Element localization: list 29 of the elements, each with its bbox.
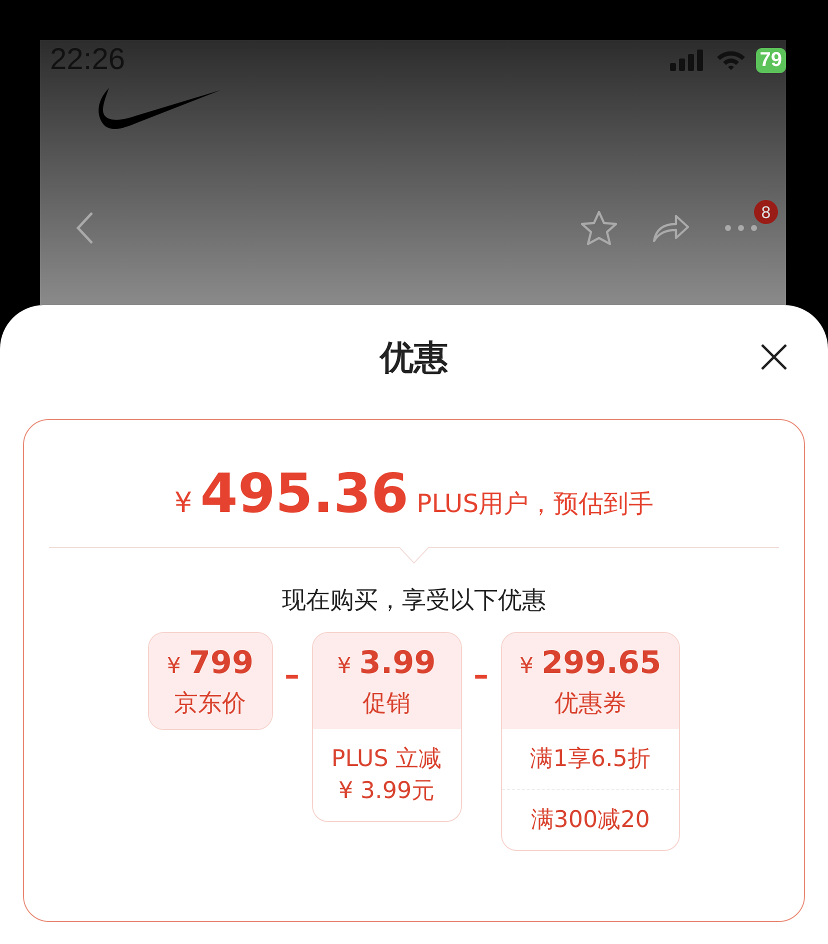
- discount-label: 京东价: [174, 688, 246, 719]
- battery-level: 79: [756, 48, 786, 72]
- detail-line: 满300减20: [530, 806, 650, 835]
- currency-symbol: ¥: [520, 654, 534, 679]
- discount-label: 优惠券: [554, 688, 626, 719]
- star-icon[interactable]: [580, 210, 618, 246]
- share-icon[interactable]: [652, 213, 690, 243]
- discount-amount: 299.65: [542, 645, 662, 681]
- close-button[interactable]: [760, 343, 788, 371]
- detail-line: PLUS 立减: [331, 745, 442, 774]
- wifi-icon: [716, 49, 746, 71]
- discount-label: 促销: [362, 688, 411, 719]
- currency-symbol: ¥: [166, 654, 181, 679]
- minus-sign: –: [474, 658, 489, 693]
- signal-icon: [670, 49, 706, 71]
- notification-badge: 8: [754, 200, 778, 224]
- discount-amount: 799: [188, 645, 254, 681]
- minus-sign: –: [284, 658, 300, 693]
- detail-line: 满1享6.5折: [530, 745, 650, 774]
- discount-amount: 3.99: [359, 645, 436, 681]
- currency-symbol: ¥: [337, 654, 352, 679]
- estimated-price: 495.36: [200, 462, 409, 525]
- price-note: PLUS用户，预估到手: [416, 488, 654, 520]
- more-icon[interactable]: [724, 224, 758, 232]
- subtitle: 现在购买，享受以下优惠: [282, 585, 546, 616]
- currency-symbol: ¥: [174, 486, 192, 519]
- sheet-title: 优惠: [380, 337, 448, 380]
- back-icon[interactable]: [76, 211, 94, 245]
- detail-line: ¥ 3.99元: [338, 777, 435, 806]
